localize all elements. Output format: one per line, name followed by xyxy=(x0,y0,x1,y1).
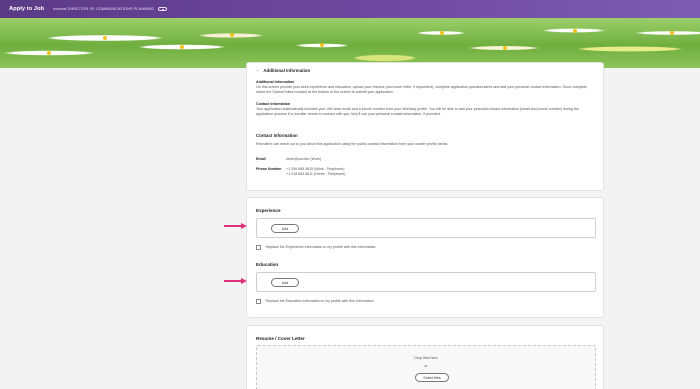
phone-value-home: +1 018 683 6611 (Home - Telephone) xyxy=(286,172,346,176)
hero-banner-image xyxy=(0,18,700,68)
education-box: Add xyxy=(256,272,596,292)
experience-replace-row: Replace the Experience information in my… xyxy=(256,245,376,250)
email-label: Email xyxy=(256,157,266,161)
education-title: Education xyxy=(256,262,279,267)
phone-label: Phone Number xyxy=(256,167,282,171)
additional-information-toggle[interactable]: ⌃ Additional Information xyxy=(256,68,310,74)
contact-info-block: Contact Information Recruiters can reach… xyxy=(256,133,596,147)
chevron-down-icon: ⌃ xyxy=(256,68,260,74)
resume-title: Resume / Cover Letter xyxy=(256,336,305,341)
annotation-arrow-experience xyxy=(224,223,248,229)
contact-info-title: Contact Information xyxy=(256,133,298,138)
add-education-button[interactable]: Add xyxy=(271,278,299,287)
experience-title: Experience xyxy=(256,208,281,213)
resume-panel: Resume / Cover Letter Drop files here or… xyxy=(246,325,604,389)
education-replace-checkbox[interactable] xyxy=(256,299,261,304)
job-subtitle: Internal DIRECTOR OF COMMUNICATIONS PLAN… xyxy=(53,7,154,11)
contact-note-block: Contact Information Your application aut… xyxy=(256,102,596,117)
email-value: kevin@uw.edu (Work) xyxy=(286,157,322,161)
email-row: Email kevin@uw.edu (Work) xyxy=(256,157,321,162)
file-drop-zone[interactable]: Drop files here or Select files xyxy=(256,345,596,389)
intro-block: Additional Information On this screen pr… xyxy=(256,80,596,95)
education-replace-label: Replace the Education information in my … xyxy=(265,299,374,303)
select-files-button[interactable]: Select files xyxy=(415,373,449,382)
contact-note-text: Your application automatically includes … xyxy=(256,107,580,116)
phone-row: Phone Number +1 206 685 3815 (Work - Tel… xyxy=(256,167,346,177)
view-icon[interactable] xyxy=(158,7,167,11)
education-replace-row: Replace the Education information in my … xyxy=(256,299,374,304)
experience-replace-checkbox[interactable] xyxy=(256,245,261,250)
additional-information-panel: ⌃ Additional Information Additional Info… xyxy=(246,62,604,191)
drop-files-text: Drop files here xyxy=(414,356,438,360)
experience-replace-label: Replace the Experience information in my… xyxy=(265,245,376,249)
drop-or-text: or xyxy=(424,364,428,368)
top-bar: Apply to Job Internal DIRECTOR OF COMMUN… xyxy=(0,0,700,18)
intro-text: On this screen provide your work experie… xyxy=(256,85,588,94)
section-header: Additional Information xyxy=(263,68,311,73)
experience-box: Add xyxy=(256,218,596,238)
add-experience-button[interactable]: Add xyxy=(271,224,299,233)
contact-info-text: Recruiters can reach out to you about th… xyxy=(256,142,448,146)
page-title: Apply to Job xyxy=(9,6,45,12)
experience-education-panel: Experience Add Replace the Experience in… xyxy=(246,197,604,318)
annotation-arrow-education xyxy=(224,278,248,284)
